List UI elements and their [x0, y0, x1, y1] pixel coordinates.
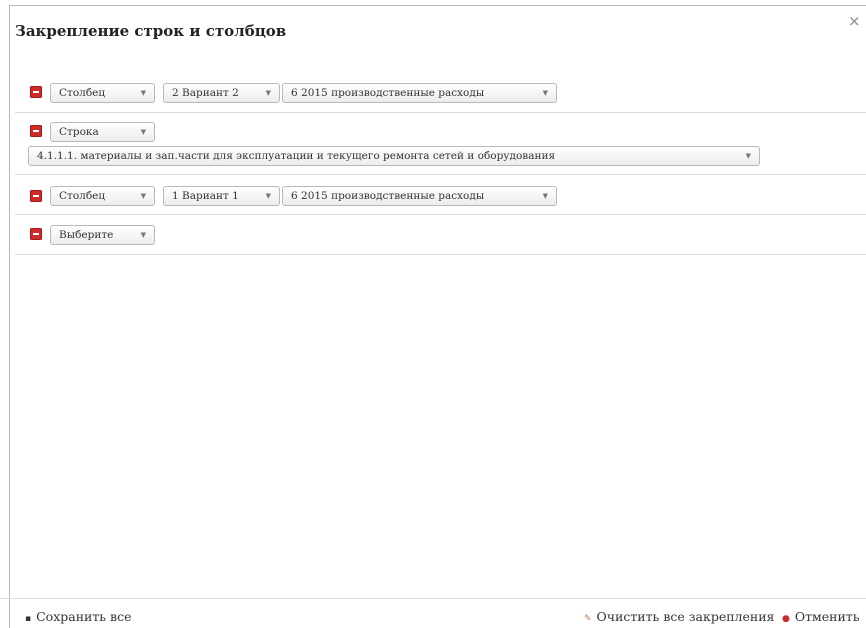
remove-row-icon[interactable]	[30, 125, 42, 137]
variant-select[interactable]: 1 Вариант 1 ▼	[163, 186, 280, 206]
cancel-button[interactable]: ● Отменить	[782, 609, 860, 624]
type-select[interactable]: Выберите ▼	[50, 225, 155, 245]
type-select[interactable]: Столбец ▼	[50, 186, 155, 206]
remove-row-icon[interactable]	[30, 190, 42, 202]
clear-all-pins-button[interactable]: ✎ Очистить все закрепления	[584, 609, 774, 624]
save-icon: ▪	[25, 614, 32, 624]
close-icon[interactable]: ×	[848, 14, 861, 29]
remove-row-icon[interactable]	[30, 228, 42, 240]
dialog-title: Закрепление строк и столбцов	[15, 22, 287, 40]
eraser-icon: ✎	[584, 614, 592, 624]
cancel-icon: ●	[782, 614, 790, 624]
variant-select[interactable]: 2 Вариант 2 ▼	[163, 83, 280, 103]
remove-row-icon[interactable]	[30, 86, 42, 98]
item-select[interactable]: 4.1.1.1. материалы и зап.части для экспл…	[28, 146, 760, 166]
type-select[interactable]: Строка ▼	[50, 122, 155, 142]
item-select[interactable]: 6 2015 производственные расходы ▼	[282, 186, 557, 206]
type-select[interactable]: Столбец ▼	[50, 83, 155, 103]
item-select[interactable]: 6 2015 производственные расходы ▼	[282, 83, 557, 103]
save-all-button[interactable]: ▪ Сохранить все	[25, 609, 132, 624]
